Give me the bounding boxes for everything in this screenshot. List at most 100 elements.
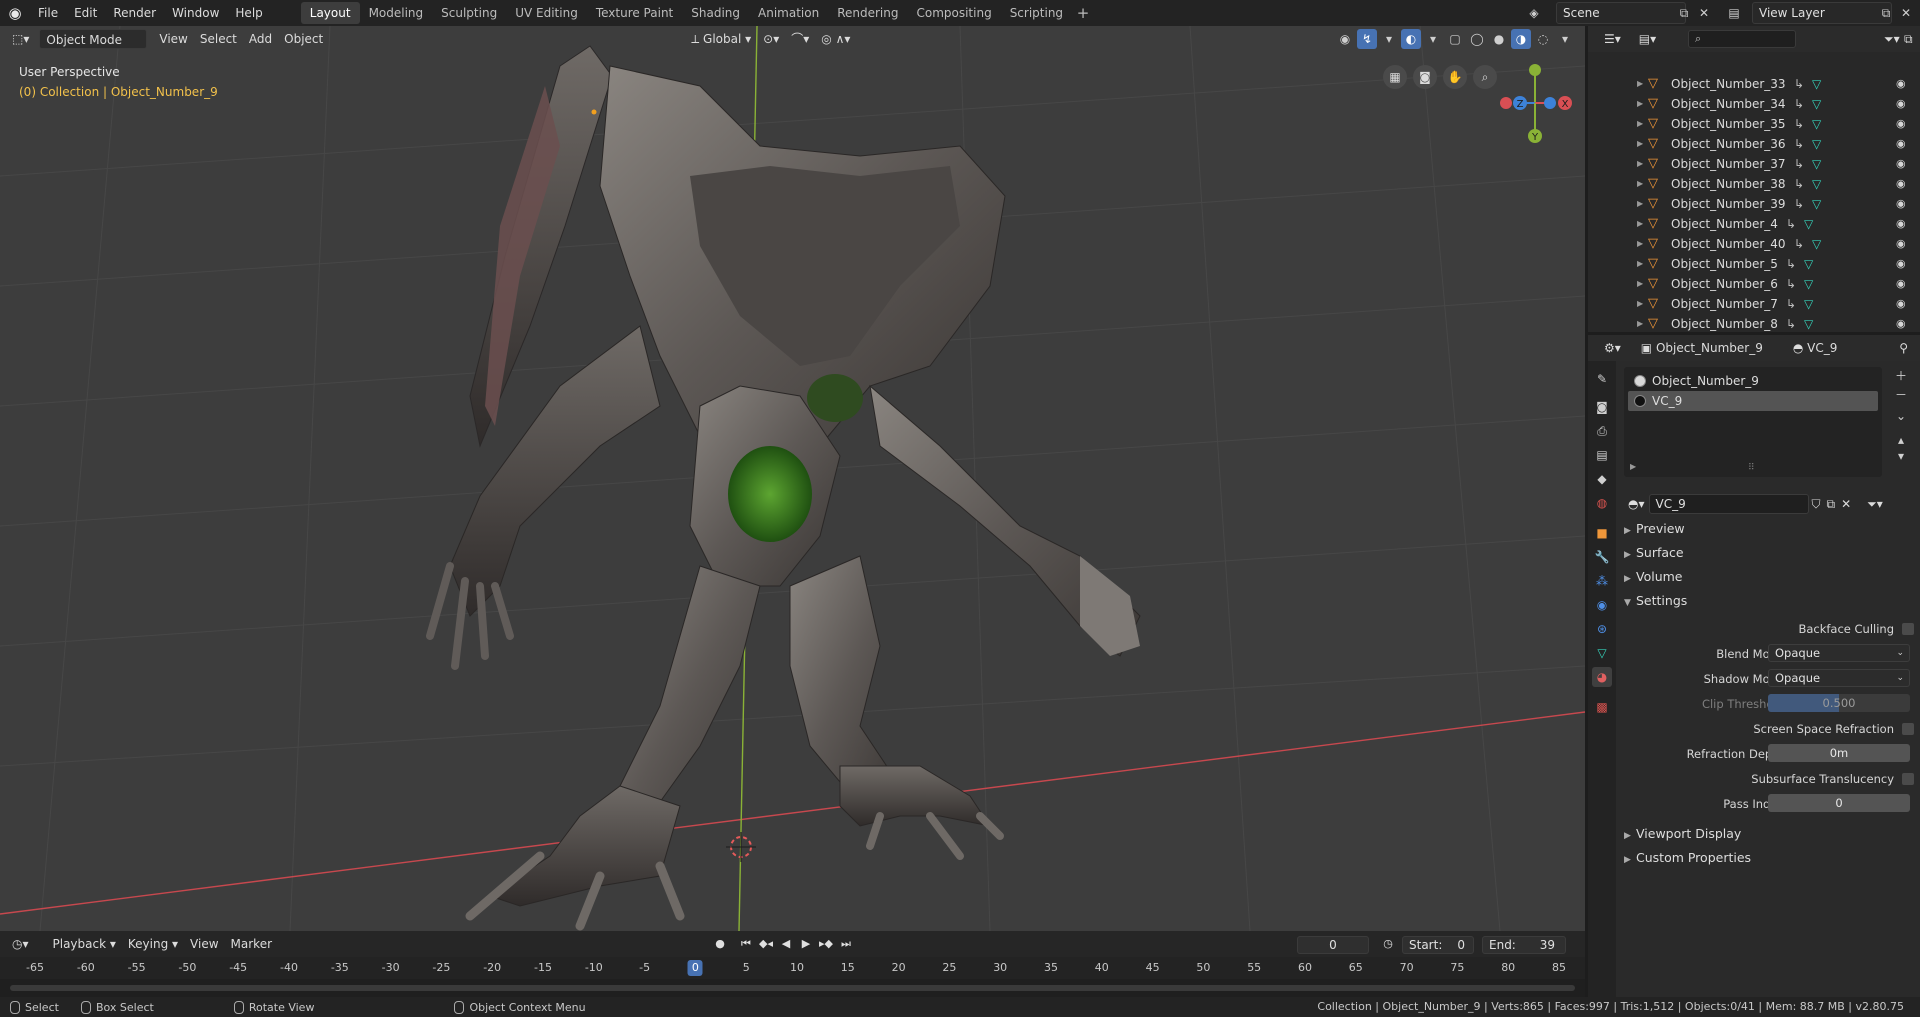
visibility-eye-icon[interactable]: ◉ [1896,154,1906,174]
scene-selector[interactable]: Scene [1556,2,1686,24]
tab-animation[interactable]: Animation [749,2,828,24]
pin-icon[interactable]: ⚲ [1893,338,1914,358]
menu-file[interactable]: File [30,0,66,26]
tab-layout[interactable]: Layout [300,2,360,24]
play-icon[interactable]: ▶ [796,934,816,954]
outliner-row[interactable]: ▶ ▽ Object_Number_4 ↳ ▽ ◉ [1588,214,1920,234]
move-slot-up-icon[interactable]: ▴ [1898,433,1904,447]
visibility-eye-icon[interactable]: ◉ [1896,94,1906,114]
tab-modeling[interactable]: Modeling [360,2,433,24]
outliner-row[interactable]: ▶ ▽ Object_Number_33 ↳ ▽ ◉ [1588,74,1920,94]
modifier-icon[interactable]: ↳ [1786,314,1796,332]
mesh-data-icon[interactable]: ▽ [1812,134,1821,154]
modifier-icon[interactable]: ↳ [1786,294,1796,314]
tab-particles-icon[interactable]: ⁂ [1592,571,1612,591]
mesh-data-icon[interactable]: ▽ [1804,214,1813,234]
tab-compositing[interactable]: Compositing [907,2,1000,24]
mesh-data-icon[interactable]: ▽ [1804,314,1813,332]
duplicate-material-icon[interactable]: ⧉ [1824,494,1839,514]
mesh-data-icon[interactable]: ▽ [1804,254,1813,274]
expand-slot-icon[interactable]: ▶ [1630,462,1636,471]
visibility-eye-icon[interactable]: ◉ [1896,114,1906,134]
menu-marker[interactable]: Marker [225,934,278,954]
frame-ruler[interactable]: -65 -60 -55 -50 -45 -40 -35 -30 -25 -20 -15 -10 -5 0 5… [0,957,1585,979]
next-keyframe-icon[interactable]: ▸◆ [816,934,836,954]
tab-render-icon[interactable]: ◙ [1592,397,1612,417]
modifier-icon[interactable]: ↳ [1794,154,1804,174]
visibility-eye-icon[interactable]: ◉ [1896,174,1906,194]
mesh-data-icon[interactable]: ▽ [1804,294,1813,314]
tab-rendering[interactable]: Rendering [828,2,907,24]
new-scene-icon[interactable]: ⧉ [1674,3,1694,23]
material-shading-icon[interactable]: ◑ [1511,29,1531,49]
menu-help[interactable]: Help [227,0,270,26]
proportional-edit-icon[interactable]: ◎ ∧▾ [815,29,856,49]
material-name-field[interactable]: VC_9 [1648,494,1809,514]
tab-modifiers-icon[interactable]: 🔧 [1592,547,1612,567]
visibility-eye-icon[interactable]: ◉ [1896,74,1906,94]
tab-object-icon[interactable]: ■ [1592,523,1612,543]
shadow-mode-dropdown[interactable]: Opaque ⌄ [1768,669,1910,687]
current-frame-marker[interactable]: 0 [687,960,703,976]
menu-render[interactable]: Render [105,0,164,26]
expand-arrow-icon[interactable]: ▶ [1637,114,1643,134]
wireframe-shading-icon[interactable]: ◯ [1467,29,1487,49]
outliner-row[interactable]: ▶ ▽ Object_Number_6 ↳ ▽ ◉ [1588,274,1920,294]
browse-material-icon[interactable]: ◓▾ [1624,494,1649,514]
panel-surface[interactable]: ▶ Surface [1624,543,1684,563]
mesh-data-icon[interactable]: ▽ [1804,274,1813,294]
panel-custom-properties[interactable]: ▶ Custom Properties [1624,848,1751,868]
modifier-icon[interactable]: ↳ [1786,214,1796,234]
timeline-scrollbar[interactable] [10,985,1575,991]
add-workspace-icon[interactable]: + [1072,4,1094,22]
timeline-editor-type-icon[interactable]: ◷▾ [6,934,35,954]
tab-world-icon[interactable]: ◍ [1592,493,1612,513]
outliner-row[interactable]: ▶ ▽ Object_Number_38 ↳ ▽ ◉ [1588,174,1920,194]
start-frame-field[interactable]: Start: 0 [1402,936,1474,954]
tab-data-icon[interactable]: ▽ [1592,643,1612,663]
menu-playback[interactable]: Playback ▾ [47,934,122,954]
outliner-row[interactable]: ▶ ▽ Object_Number_35 ↳ ▽ ◉ [1588,114,1920,134]
record-icon[interactable]: ● [710,934,730,954]
gizmo-toggle-icon[interactable]: ↯ [1357,29,1377,49]
expand-arrow-icon[interactable]: ▶ [1637,254,1643,274]
tab-view-layer-icon[interactable]: ▤ [1592,445,1612,465]
zoom-icon[interactable]: ⌕ [1473,65,1497,89]
display-mode-icon[interactable]: ▤▾ [1633,29,1662,49]
camera-view-icon[interactable]: ◙ [1413,65,1437,89]
modifier-icon[interactable]: ↳ [1794,194,1804,214]
delete-scene-icon[interactable]: ✕ [1694,3,1714,23]
menu-add[interactable]: Add [243,29,278,49]
view-layer-selector[interactable]: View Layer [1752,2,1892,24]
timeline-editor[interactable]: ◷▾ Playback ▾ Keying ▾ View Marker ● ⏮ ◆… [0,931,1585,1001]
end-frame-field[interactable]: End: 39 [1482,936,1566,954]
visibility-eye-icon[interactable]: ◉ [1896,234,1906,254]
mesh-data-icon[interactable]: ▽ [1812,234,1821,254]
tab-shading[interactable]: Shading [682,2,749,24]
xray-icon[interactable]: ▢ [1445,29,1465,49]
material-slot[interactable]: Object_Number_9 [1628,371,1878,391]
menu-timeline-view[interactable]: View [184,934,224,954]
delete-view-layer-icon[interactable]: ✕ [1896,3,1916,23]
tab-sculpting[interactable]: Sculpting [432,2,506,24]
gizmo-options-icon[interactable]: ▾ [1379,29,1399,49]
shading-options-icon[interactable]: ▾ [1555,29,1575,49]
outliner-row[interactable]: ▶ ▽ Object_Number_39 ↳ ▽ ◉ [1588,194,1920,214]
tab-uv-editing[interactable]: UV Editing [506,2,587,24]
expand-arrow-icon[interactable]: ▶ [1637,234,1643,254]
outliner[interactable]: ☰▾ ▤▾ ⌕ ⏷▾ ⧉ ▶ ▽ Object_Number_33 ↳ ▽ ◉ ▶ ▽ Obje… [1588,26,1920,332]
visibility-eye-icon[interactable]: ◉ [1896,294,1906,314]
outliner-row[interactable]: ▶ ▽ Object_Number_8 ↳ ▽ ◉ [1588,314,1920,332]
tab-scene-icon[interactable]: ◆ [1592,469,1612,489]
creature-model[interactable] [426,45,1141,931]
modifier-icon[interactable]: ↳ [1794,234,1804,254]
outliner-editor-type-icon[interactable]: ☰▾ [1598,29,1627,49]
remove-slot-icon[interactable]: － [1895,386,1907,403]
viewport-scene[interactable]: Z X Y [0,26,1585,931]
modifier-icon[interactable]: ↳ [1794,94,1804,114]
pass-index-field[interactable]: 0 [1768,794,1910,812]
expand-arrow-icon[interactable]: ▶ [1637,134,1643,154]
transform-orientation-selector[interactable]: ⟂ Global ▾ [685,29,757,49]
tab-constraints-icon[interactable]: ⊛ [1592,619,1612,639]
sss-checkbox[interactable] [1902,773,1914,785]
